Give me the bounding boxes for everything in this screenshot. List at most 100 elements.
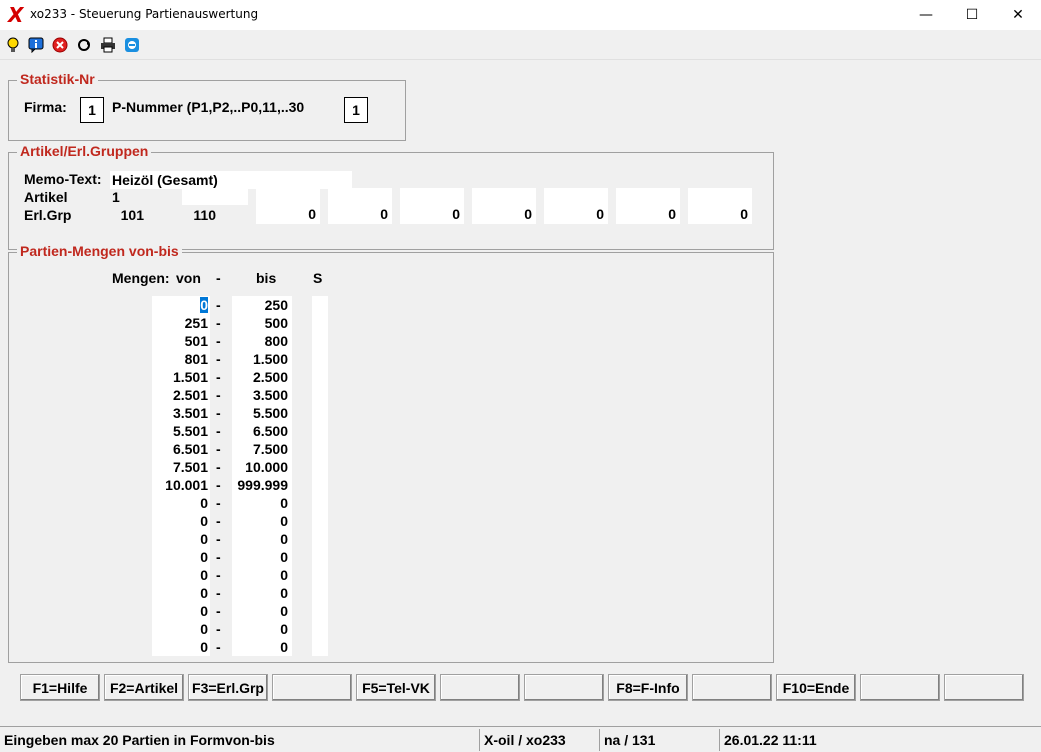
status-app: X-oil / xo233 bbox=[479, 729, 597, 751]
bis-cell[interactable]: 1.500 bbox=[232, 350, 288, 368]
range-dash: - bbox=[216, 351, 221, 367]
fkey-empty-button[interactable] bbox=[944, 674, 1024, 701]
von-cell[interactable]: 0 bbox=[152, 548, 208, 566]
bis-cell[interactable]: 0 bbox=[232, 638, 288, 656]
erlgrp-input[interactable]: 0 bbox=[688, 188, 752, 224]
von-cell[interactable]: 0 bbox=[152, 530, 208, 548]
info-icon[interactable] bbox=[27, 36, 45, 54]
von-cell[interactable]: 0 bbox=[152, 566, 208, 584]
erlgrp-input[interactable]: 0 bbox=[328, 188, 392, 224]
von-cell[interactable]: 10.001 bbox=[152, 476, 208, 494]
fkey-f3-button[interactable]: F3=Erl.Grp bbox=[188, 674, 268, 701]
von-cell[interactable]: 6.501 bbox=[152, 440, 208, 458]
fkey-f5-button[interactable]: F5=Tel-VK bbox=[356, 674, 436, 701]
bis-cell[interactable]: 10.000 bbox=[232, 458, 288, 476]
von-cell[interactable]: 0 bbox=[152, 494, 208, 512]
app-logo-icon: X bbox=[8, 3, 24, 27]
bis-cell[interactable]: 7.500 bbox=[232, 440, 288, 458]
bis-cell[interactable]: 0 bbox=[232, 566, 288, 584]
refresh-icon[interactable] bbox=[75, 36, 93, 54]
von-cell[interactable]: 0 bbox=[152, 512, 208, 530]
range-dash: - bbox=[216, 369, 221, 385]
bis-cell[interactable]: 0 bbox=[232, 602, 288, 620]
bis-cell[interactable]: 0 bbox=[232, 530, 288, 548]
artikel-input[interactable]: 1 bbox=[110, 188, 132, 206]
erlgrp-input[interactable]: 0 bbox=[256, 188, 320, 224]
range-dash: - bbox=[216, 495, 221, 511]
fkey-empty-button[interactable] bbox=[692, 674, 772, 701]
range-dash: - bbox=[216, 459, 221, 475]
text-cursor-selection: 0 bbox=[200, 297, 208, 313]
remote-icon[interactable] bbox=[123, 36, 141, 54]
minimize-button[interactable]: — bbox=[903, 0, 949, 30]
artikel-slot[interactable] bbox=[182, 188, 248, 205]
von-cell[interactable]: 3.501 bbox=[152, 404, 208, 422]
erlgrp-input[interactable]: 0 bbox=[400, 188, 464, 224]
mengen-label: Mengen: bbox=[112, 270, 170, 286]
artikel-label: Artikel bbox=[24, 189, 68, 205]
artikel-value: 1 bbox=[112, 189, 120, 205]
partien-legend: Partien-Mengen von-bis bbox=[17, 243, 182, 259]
fkey-f8-button[interactable]: F8=F-Info bbox=[608, 674, 688, 701]
statistik-legend: Statistik-Nr bbox=[17, 71, 98, 87]
pnummer-input[interactable]: 1 bbox=[344, 97, 368, 123]
lightbulb-icon[interactable] bbox=[4, 36, 22, 54]
fkey-empty-button[interactable] bbox=[524, 674, 604, 701]
range-dash: - bbox=[216, 603, 221, 619]
von-cell[interactable]: 0 bbox=[152, 602, 208, 620]
bis-cell[interactable]: 800 bbox=[232, 332, 288, 350]
cancel-icon[interactable] bbox=[51, 36, 69, 54]
printer-icon[interactable] bbox=[99, 36, 117, 54]
title-bar: X xo233 - Steuerung Partienauswertung — … bbox=[0, 0, 1041, 30]
range-dash: - bbox=[216, 621, 221, 637]
range-dash: - bbox=[216, 477, 221, 493]
bis-cell[interactable]: 0 bbox=[232, 620, 288, 638]
von-cell[interactable]: 5.501 bbox=[152, 422, 208, 440]
von-cell[interactable]: 0 bbox=[152, 620, 208, 638]
von-cell[interactable]: 0 bbox=[152, 638, 208, 656]
bis-cell[interactable]: 2.500 bbox=[232, 368, 288, 386]
bis-cell[interactable]: 6.500 bbox=[232, 422, 288, 440]
erlgrp-input[interactable]: 101 bbox=[86, 206, 148, 224]
close-button[interactable]: ✕ bbox=[995, 0, 1041, 30]
bis-cell[interactable]: 999.999 bbox=[232, 476, 288, 494]
von-cell[interactable]: 7.501 bbox=[152, 458, 208, 476]
fkey-f10-button[interactable]: F10=Ende bbox=[776, 674, 856, 701]
bis-cell[interactable]: 0 bbox=[232, 548, 288, 566]
erlgrp-input[interactable]: 0 bbox=[472, 188, 536, 224]
von-cell[interactable]: 501 bbox=[152, 332, 208, 350]
bis-cell[interactable]: 0 bbox=[232, 494, 288, 512]
von-cell[interactable]: 0 bbox=[152, 584, 208, 602]
maximize-button[interactable]: ☐ bbox=[949, 0, 995, 30]
firma-input[interactable]: 1 bbox=[80, 97, 104, 123]
fkey-empty-button[interactable] bbox=[440, 674, 520, 701]
memo-input[interactable]: Heizöl (Gesamt) bbox=[110, 171, 352, 189]
erlgrp-input[interactable]: 0 bbox=[544, 188, 608, 224]
range-dash: - bbox=[216, 513, 221, 529]
fkey-f1-button[interactable]: F1=Hilfe bbox=[20, 674, 100, 701]
bis-cell[interactable]: 3.500 bbox=[232, 386, 288, 404]
fkey-f2-button[interactable]: F2=Artikel bbox=[104, 674, 184, 701]
fkey-empty-button[interactable] bbox=[272, 674, 352, 701]
von-cell[interactable]: 1.501 bbox=[152, 368, 208, 386]
fkey-empty-button[interactable] bbox=[860, 674, 940, 701]
range-dash: - bbox=[216, 441, 221, 457]
erlgrp-input[interactable]: 110 bbox=[158, 206, 220, 224]
von-cell[interactable]: 0 bbox=[152, 296, 208, 314]
erlgrp-input[interactable]: 0 bbox=[616, 188, 680, 224]
bis-cell[interactable]: 0 bbox=[232, 584, 288, 602]
bis-cell[interactable]: 0 bbox=[232, 512, 288, 530]
window-title: xo233 - Steuerung Partienauswertung bbox=[30, 7, 259, 21]
von-cell[interactable]: 251 bbox=[152, 314, 208, 332]
range-dash: - bbox=[216, 297, 221, 313]
von-header: von bbox=[176, 270, 201, 286]
von-cell[interactable]: 2.501 bbox=[152, 386, 208, 404]
bis-cell[interactable]: 500 bbox=[232, 314, 288, 332]
s-header: S bbox=[313, 270, 323, 286]
dash-header: - bbox=[216, 270, 221, 286]
status-message: Eingeben max 20 Partien in Formvon-bis bbox=[4, 732, 275, 748]
von-cell[interactable]: 801 bbox=[152, 350, 208, 368]
bis-cell[interactable]: 5.500 bbox=[232, 404, 288, 422]
bis-cell[interactable]: 250 bbox=[232, 296, 288, 314]
status-bar: Eingeben max 20 Partien in Formvon-bis X… bbox=[0, 726, 1041, 752]
